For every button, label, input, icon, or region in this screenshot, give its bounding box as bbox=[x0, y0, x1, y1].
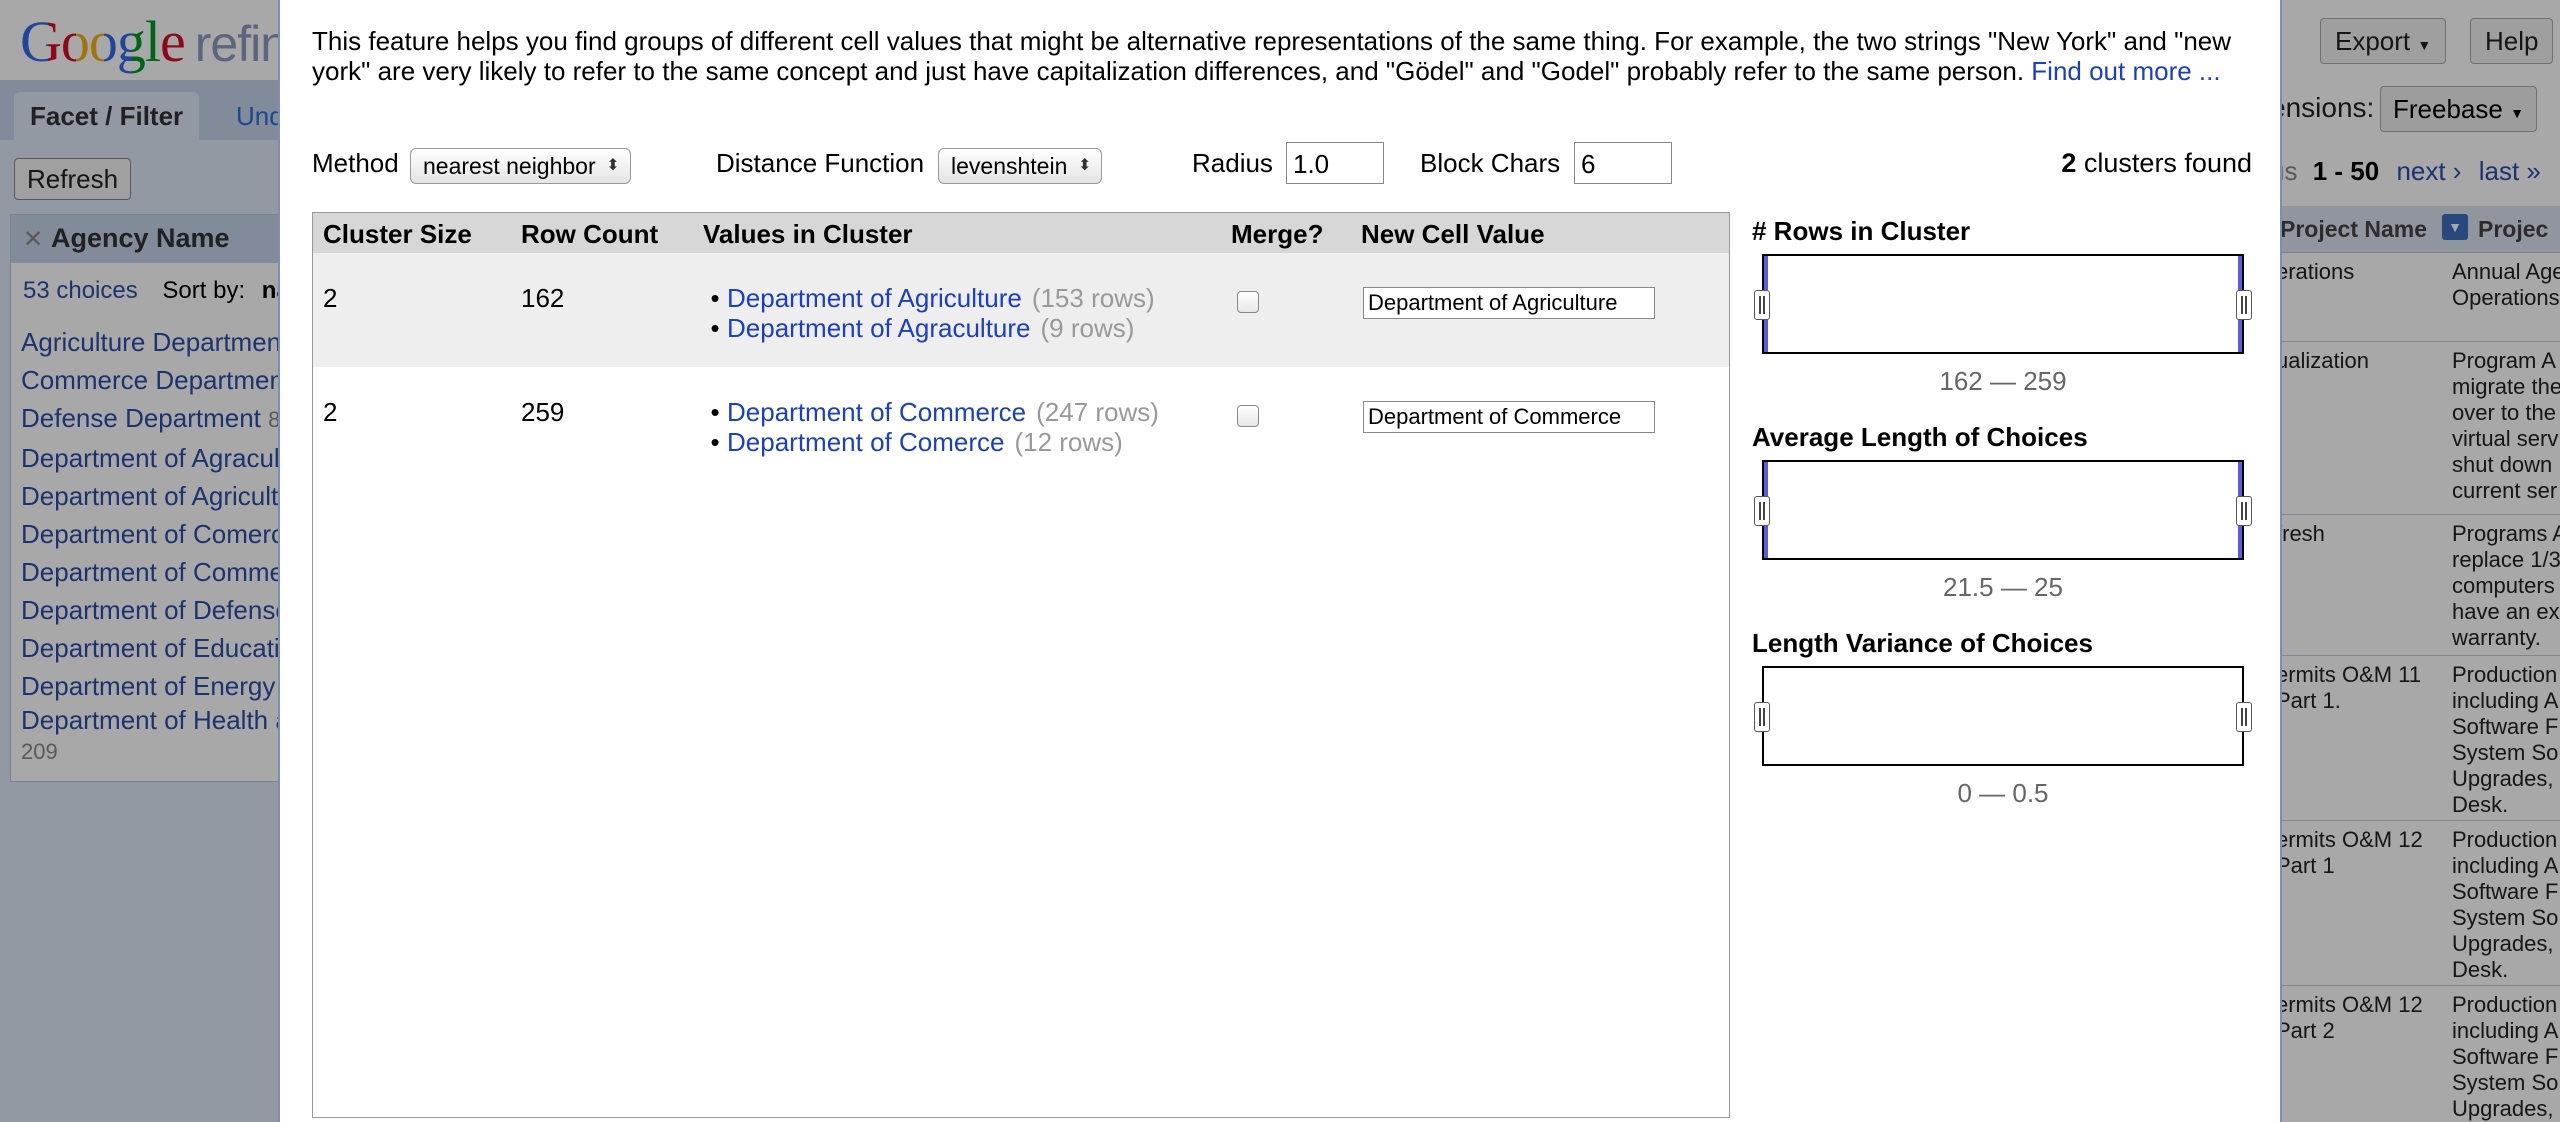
block-chars-input[interactable]: 6 bbox=[1574, 142, 1672, 184]
histogram-length-variance: Length Variance of Choices 0 — 0.5 bbox=[1752, 628, 2252, 808]
cluster-value-count: (153 rows) bbox=[1031, 283, 1155, 313]
header-row-count: Row Count bbox=[521, 219, 659, 249]
range-max-handle[interactable] bbox=[2236, 496, 2252, 526]
clusters-found-label: clusters found bbox=[2083, 148, 2252, 178]
new-cell-value-input[interactable]: Department of Agriculture bbox=[1363, 287, 1655, 319]
cluster-value-count: (9 rows) bbox=[1040, 313, 1135, 343]
histogram-chart[interactable] bbox=[1762, 460, 2244, 560]
cluster-value-link[interactable]: Department of Commerce bbox=[727, 397, 1026, 427]
distance-function-label: Distance Function bbox=[716, 148, 925, 178]
method-label: Method bbox=[312, 148, 399, 178]
cluster-row: 2 162 • Department of Agriculture (153 row… bbox=[313, 253, 1729, 367]
histogram-chart[interactable] bbox=[1762, 666, 2244, 766]
row-count: 162 bbox=[521, 283, 565, 313]
range-max-handle[interactable] bbox=[2236, 702, 2252, 732]
cluster-values: • Department of Agriculture (153 rows) • De… bbox=[703, 283, 1155, 343]
histogram-title: # Rows in Cluster bbox=[1752, 216, 1971, 246]
histogram-range: 162 — 259 bbox=[1939, 366, 2067, 396]
range-min-handle[interactable] bbox=[1754, 290, 1770, 320]
bullet-icon: • bbox=[710, 313, 720, 343]
distance-function-select[interactable]: levenshtein ⬍ bbox=[938, 148, 1103, 184]
clusters-table-header: Cluster Size Row Count Values in Cluster… bbox=[313, 213, 1729, 253]
cluster-value-item: • Department of Agraculture (9 rows) bbox=[703, 313, 1155, 343]
cluster-row: 2 259 • Department of Commerce (247 rows) … bbox=[313, 367, 1729, 481]
histogram-average-length: Average Length of Choices 21.5 — 25 bbox=[1752, 422, 2252, 602]
header-cluster-size: Cluster Size bbox=[323, 219, 472, 249]
cluster-value-count: (247 rows) bbox=[1036, 397, 1159, 427]
description-text: This feature helps you find groups of di… bbox=[312, 26, 2232, 86]
header-new-cell-value: New Cell Value bbox=[1361, 219, 1545, 249]
header-values-in-cluster: Values in Cluster bbox=[703, 219, 913, 249]
find-out-more-link[interactable]: Find out more ... bbox=[2031, 56, 2220, 86]
radius-label: Radius bbox=[1192, 148, 1273, 178]
merge-checkbox[interactable] bbox=[1237, 291, 1259, 313]
cluster-value-item: • Department of Agriculture (153 rows) bbox=[703, 283, 1155, 313]
range-max-handle[interactable] bbox=[2236, 290, 2252, 320]
cluster-size: 2 bbox=[323, 283, 338, 313]
clusters-found-count: 2 bbox=[2061, 148, 2077, 178]
histogram-range: 21.5 — 25 bbox=[1943, 572, 2063, 602]
header-merge: Merge? bbox=[1231, 219, 1324, 249]
cluster-value-count: (12 rows) bbox=[1014, 427, 1123, 457]
range-min-handle[interactable] bbox=[1754, 496, 1770, 526]
bullet-icon: • bbox=[710, 427, 720, 457]
range-min-handle[interactable] bbox=[1754, 702, 1770, 732]
new-cell-value-input[interactable]: Department of Commerce bbox=[1363, 401, 1655, 433]
cluster-value-link[interactable]: Department of Agraculture bbox=[727, 313, 1031, 343]
cluster-size: 2 bbox=[323, 397, 338, 427]
cluster-edit-dialog: This feature helps you find groups of di… bbox=[278, 0, 2282, 1122]
block-chars-label: Block Chars bbox=[1420, 148, 1561, 178]
bullet-icon: • bbox=[710, 397, 720, 427]
clusters-table: Cluster Size Row Count Values in Cluster… bbox=[312, 212, 1730, 1118]
cluster-value-item: • Department of Comerce (12 rows) bbox=[703, 427, 1159, 457]
method-select-value: nearest neighbor bbox=[423, 153, 596, 179]
distance-select-value: levenshtein bbox=[951, 153, 1068, 179]
select-arrows-icon: ⬍ bbox=[1077, 157, 1092, 174]
method-select[interactable]: nearest neighbor ⬍ bbox=[410, 148, 631, 184]
histogram-range: 0 — 0.5 bbox=[1957, 778, 2049, 808]
radius-input[interactable]: 1.0 bbox=[1286, 142, 1384, 184]
histogram-rows-in-cluster: # Rows in Cluster 162 — 259 bbox=[1752, 216, 2252, 396]
select-arrows-icon: ⬍ bbox=[606, 157, 620, 174]
clusters-found: 2 clusters found bbox=[2061, 148, 2252, 179]
histogram-chart[interactable] bbox=[1762, 254, 2244, 354]
dialog-description: This feature helps you find groups of di… bbox=[312, 26, 2232, 86]
cluster-value-item: • Department of Commerce (247 rows) bbox=[703, 397, 1159, 427]
row-count: 259 bbox=[521, 397, 565, 427]
bullet-icon: • bbox=[710, 283, 720, 313]
cluster-value-link[interactable]: Department of Agriculture bbox=[727, 283, 1022, 313]
merge-checkbox[interactable] bbox=[1237, 405, 1259, 427]
histogram-title: Length Variance of Choices bbox=[1752, 628, 2093, 658]
cluster-values: • Department of Commerce (247 rows) • Depar… bbox=[703, 397, 1159, 457]
cluster-value-link[interactable]: Department of Comerce bbox=[727, 427, 1004, 457]
histogram-title: Average Length of Choices bbox=[1752, 422, 2088, 452]
